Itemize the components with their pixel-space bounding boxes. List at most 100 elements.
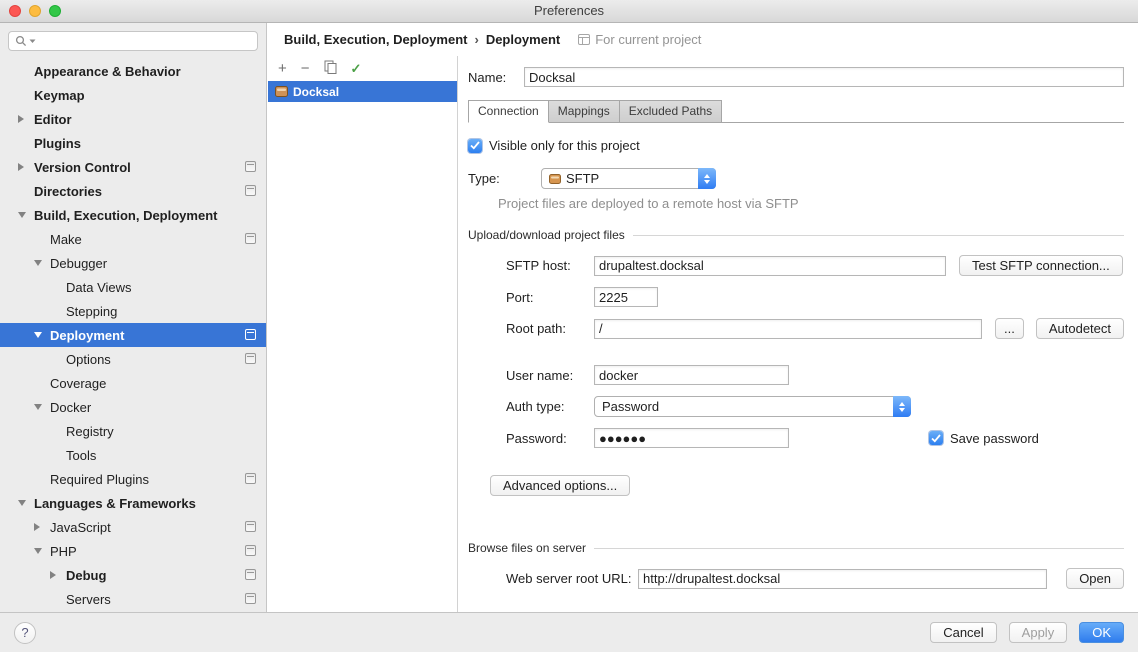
sidebar-item-options[interactable]: Options (0, 347, 266, 371)
chevron-up-icon (899, 402, 905, 406)
sidebar-item-build-execution-deployment[interactable]: Build, Execution, Deployment (0, 203, 266, 227)
web-root-row: Web server root URL: Open (506, 568, 1124, 589)
sidebar-item-debugger[interactable]: Debugger (0, 251, 266, 275)
sidebar-item-version-control[interactable]: Version Control (0, 155, 266, 179)
chevron-down-icon[interactable] (18, 212, 34, 218)
search-options-chevron-icon (29, 39, 36, 44)
use-as-default-button[interactable]: ✓ (351, 61, 362, 76)
root-path-input[interactable] (594, 319, 982, 339)
sidebar-item-directories[interactable]: Directories (0, 179, 266, 203)
sidebar-item-label: Data Views (66, 280, 132, 295)
sidebar-item-editor[interactable]: Editor (0, 107, 266, 131)
cancel-button[interactable]: Cancel (930, 622, 996, 643)
sidebar-item-coverage[interactable]: Coverage (0, 371, 266, 395)
server-list: Docksal (268, 81, 457, 102)
chevron-right-icon[interactable] (18, 115, 34, 123)
help-button[interactable]: ? (14, 622, 36, 644)
server-item-label: Docksal (293, 85, 339, 99)
sidebar-item-label: PHP (50, 544, 77, 559)
sidebar-item-make[interactable]: Make (0, 227, 266, 251)
tab-bar: Connection Mappings Excluded Paths (468, 100, 1124, 123)
type-label: Type: (468, 171, 541, 186)
sftp-host-row: SFTP host: Test SFTP connection... (506, 255, 1124, 276)
advanced-options-button[interactable]: Advanced options... (490, 475, 630, 496)
test-sftp-connection-button[interactable]: Test SFTP connection... (959, 255, 1123, 276)
window-title: Preferences (534, 3, 604, 18)
titlebar: Preferences (0, 0, 1138, 23)
type-help-text: Project files are deployed to a remote h… (498, 196, 1124, 211)
browse-root-path-button[interactable]: ... (995, 318, 1024, 339)
sidebar-item-keymap[interactable]: Keymap (0, 83, 266, 107)
ok-button[interactable]: OK (1079, 622, 1124, 643)
sidebar-item-debug[interactable]: Debug (0, 563, 266, 587)
sidebar-item-plugins[interactable]: Plugins (0, 131, 266, 155)
sidebar-item-data-views[interactable]: Data Views (0, 275, 266, 299)
sidebar-item-php[interactable]: PHP (0, 539, 266, 563)
sidebar-item-label: Tools (66, 448, 96, 463)
sidebar-item-javascript[interactable]: JavaScript (0, 515, 266, 539)
sidebar-item-label: Deployment (50, 328, 124, 343)
user-name-input[interactable] (594, 365, 789, 385)
auth-type-row: Auth type: Password (506, 396, 1124, 417)
breadcrumb-separator: › (474, 32, 478, 47)
type-row: Type: SFTP (468, 168, 1124, 189)
sidebar-item-stepping[interactable]: Stepping (0, 299, 266, 323)
minimize-button[interactable] (29, 5, 41, 17)
sidebar-item-label: Docker (50, 400, 91, 415)
sidebar-item-required-plugins[interactable]: Required Plugins (0, 467, 266, 491)
web-root-input[interactable] (638, 569, 1047, 589)
apply-button[interactable]: Apply (1009, 622, 1068, 643)
chevron-down-icon[interactable] (34, 332, 50, 338)
sidebar-item-registry[interactable]: Registry (0, 419, 266, 443)
server-item-docksal[interactable]: Docksal (268, 81, 457, 102)
chevron-down-icon[interactable] (34, 548, 50, 554)
project-scope-badge: For current project (578, 32, 701, 47)
sidebar-item-label: Build, Execution, Deployment (34, 208, 217, 223)
remove-server-button[interactable]: − (301, 61, 310, 76)
sidebar-item-docker[interactable]: Docker (0, 395, 266, 419)
tab-excluded-paths[interactable]: Excluded Paths (619, 100, 722, 122)
user-name-row: User name: (506, 365, 1124, 385)
port-row: Port: (506, 287, 1124, 307)
tab-connection[interactable]: Connection (468, 100, 549, 123)
name-input[interactable] (524, 67, 1124, 87)
breadcrumb-parent[interactable]: Build, Execution, Deployment (284, 32, 467, 47)
copy-server-button[interactable] (324, 60, 337, 77)
chevron-down-icon[interactable] (18, 500, 34, 506)
dropdown-stepper-icon (698, 168, 716, 189)
chevron-down-icon[interactable] (34, 404, 50, 410)
project-scope-label: For current project (595, 32, 701, 47)
sidebar-item-appearance-behavior[interactable]: Appearance & Behavior (0, 59, 266, 83)
visible-only-checkbox[interactable] (468, 139, 482, 153)
sidebar-item-label: Make (50, 232, 82, 247)
save-password-checkbox[interactable] (929, 431, 943, 445)
type-select[interactable]: SFTP (541, 168, 716, 189)
autodetect-button[interactable]: Autodetect (1036, 318, 1124, 339)
sidebar-item-label: Keymap (34, 88, 85, 103)
close-button[interactable] (9, 5, 21, 17)
auth-type-select[interactable]: Password (594, 396, 911, 417)
password-input[interactable] (594, 428, 789, 448)
chevron-down-icon[interactable] (34, 260, 50, 266)
tab-mappings[interactable]: Mappings (548, 100, 620, 122)
chevron-right-icon[interactable] (50, 571, 66, 579)
breadcrumb-current: Deployment (486, 32, 560, 47)
add-server-button[interactable]: + (278, 61, 287, 76)
chevron-right-icon[interactable] (34, 523, 50, 531)
pane-icon (245, 569, 256, 580)
pane-icon (245, 233, 256, 244)
sidebar-item-label: Directories (34, 184, 102, 199)
sidebar-item-deployment[interactable]: Deployment (0, 323, 266, 347)
pane-icon (245, 473, 256, 484)
search-input[interactable] (8, 31, 258, 51)
upload-section-header: Upload/download project files (468, 228, 1124, 242)
sftp-host-input[interactable] (594, 256, 946, 276)
checkmark-icon (931, 434, 941, 443)
open-button[interactable]: Open (1066, 568, 1124, 589)
chevron-right-icon[interactable] (18, 163, 34, 171)
port-input[interactable] (594, 287, 658, 307)
sidebar-item-languages-frameworks[interactable]: Languages & Frameworks (0, 491, 266, 515)
sidebar-item-tools[interactable]: Tools (0, 443, 266, 467)
sidebar-item-servers[interactable]: Servers (0, 587, 266, 611)
zoom-button[interactable] (49, 5, 61, 17)
